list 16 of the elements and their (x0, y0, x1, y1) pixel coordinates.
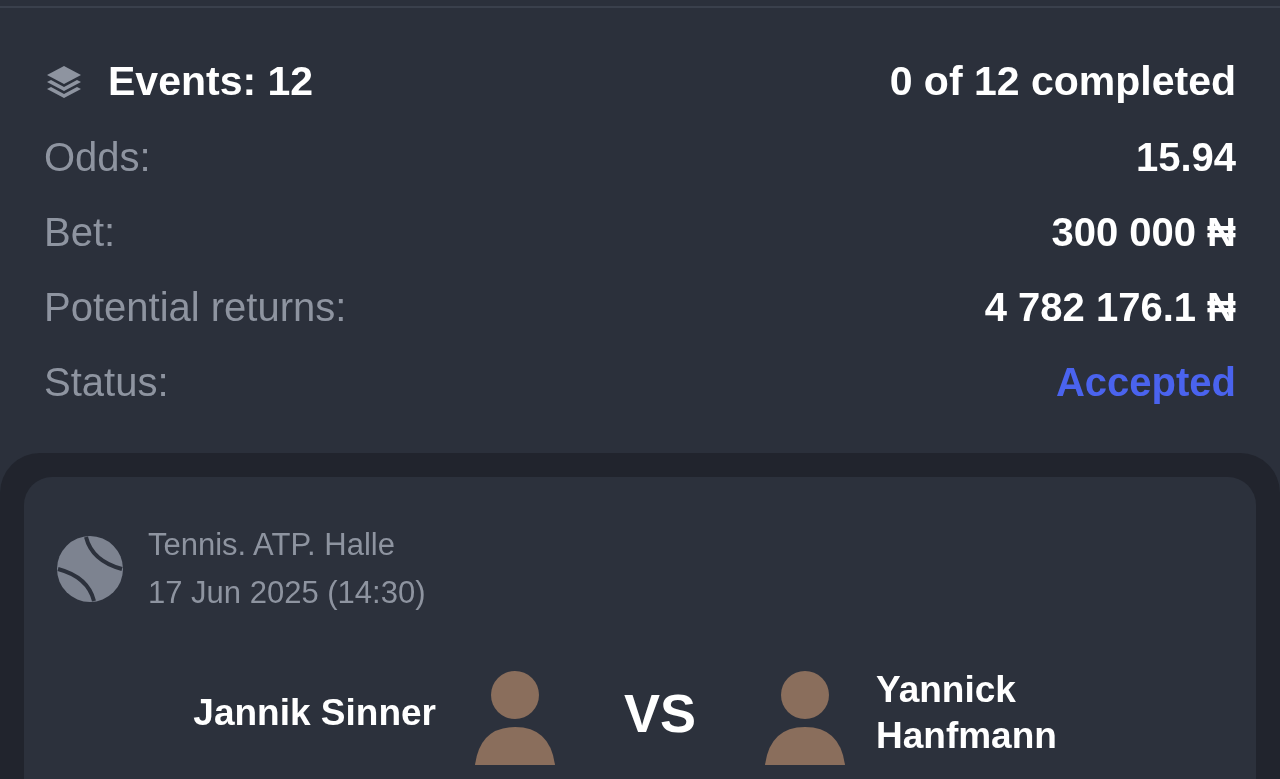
row-label: Odds: (44, 133, 151, 181)
league-name: Tennis. ATP. Halle (148, 526, 396, 564)
row-label: Potential returns: (44, 283, 347, 331)
player-name: Jannik Sinner (192, 691, 436, 735)
completed-count: 0 of 12 completed (889, 56, 1236, 106)
player-name: Yannick Hanfmann (876, 668, 1058, 758)
row-label: Bet: (44, 208, 116, 256)
row-value: 300 000 ₦ (1051, 208, 1236, 256)
event-datetime: 17 Jun 2025 (14:30) (148, 574, 426, 612)
row-label: Status: (44, 358, 169, 406)
tennis-ball-icon (56, 535, 124, 603)
row-value: 15.94 (1135, 133, 1236, 181)
row-value: 4 782 176.1 ₦ (984, 283, 1236, 331)
versus-label: VS (622, 681, 697, 745)
events-count: Events: 12 (108, 56, 314, 106)
status-value: Accepted (1055, 358, 1236, 406)
